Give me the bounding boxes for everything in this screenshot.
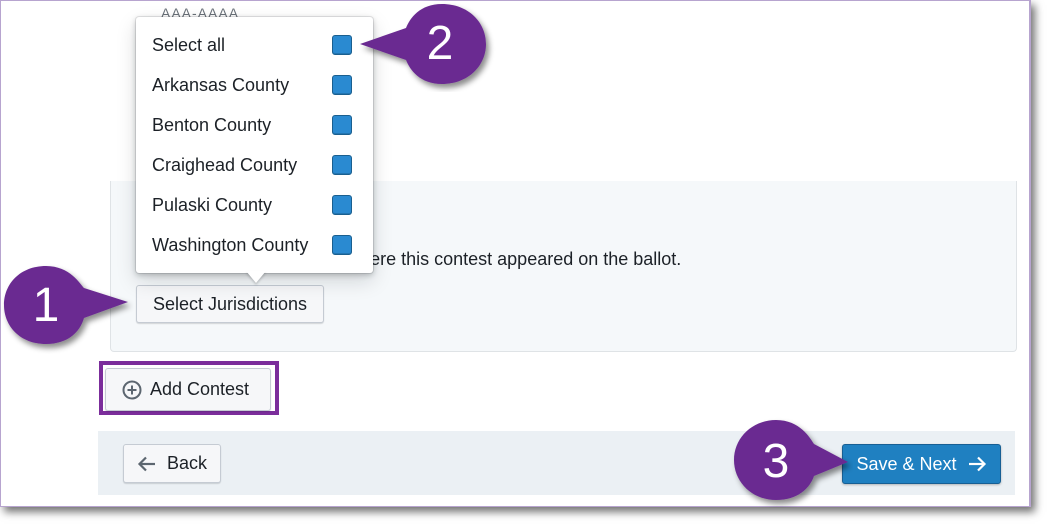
- menu-item-label: Washington County: [152, 234, 309, 255]
- menu-item-label: Craighead County: [152, 154, 298, 175]
- washington-county-checkbox[interactable]: [332, 235, 352, 255]
- back-label: Back: [166, 453, 208, 473]
- menu-item-select-all[interactable]: Select all: [152, 25, 352, 65]
- menu-item-label: Select all: [152, 34, 226, 55]
- arrow-right-icon: [968, 456, 986, 472]
- menu-item-benton-county[interactable]: Benton County: [152, 105, 352, 145]
- arkansas-county-checkbox[interactable]: [332, 75, 352, 95]
- jurisdiction-menu: Select all Arkansas County Benton County…: [136, 17, 373, 273]
- save-and-next-label: Save & Next: [856, 453, 957, 474]
- select-all-checkbox[interactable]: [332, 35, 352, 55]
- menu-item-pulaski-county[interactable]: Pulaski County: [152, 185, 352, 225]
- callout-2-number: 2: [426, 17, 454, 70]
- plus-circle-icon: [122, 380, 142, 399]
- callout-3-number: 3: [762, 435, 790, 488]
- callout-1-number: 1: [32, 279, 60, 332]
- menu-item-arkansas-county[interactable]: Arkansas County: [152, 65, 352, 105]
- menu-item-label: Arkansas County: [152, 74, 290, 95]
- select-jurisdictions-label: Select Jurisdictions: [152, 293, 308, 314]
- pulaski-county-checkbox[interactable]: [332, 195, 352, 215]
- menu-item-label: Pulaski County: [152, 194, 273, 215]
- popover-arrow: [246, 271, 266, 283]
- menu-item-washington-county[interactable]: Washington County: [152, 225, 352, 265]
- window-frame: AAA-AAAA Select the jurisdictions where …: [0, 0, 1031, 507]
- save-and-next-button[interactable]: Save & Next: [842, 444, 1001, 484]
- craighead-county-checkbox[interactable]: [332, 155, 352, 175]
- select-jurisdictions-button[interactable]: Select Jurisdictions: [136, 285, 324, 323]
- arrow-left-icon: [137, 456, 155, 471]
- menu-item-craighead-county[interactable]: Craighead County: [152, 145, 352, 185]
- benton-county-checkbox[interactable]: [332, 115, 352, 135]
- add-contest-label: Add Contest: [150, 379, 250, 399]
- add-contest-button[interactable]: Add Contest: [105, 368, 271, 411]
- back-button[interactable]: Back: [123, 444, 221, 483]
- menu-item-label: Benton County: [152, 114, 272, 135]
